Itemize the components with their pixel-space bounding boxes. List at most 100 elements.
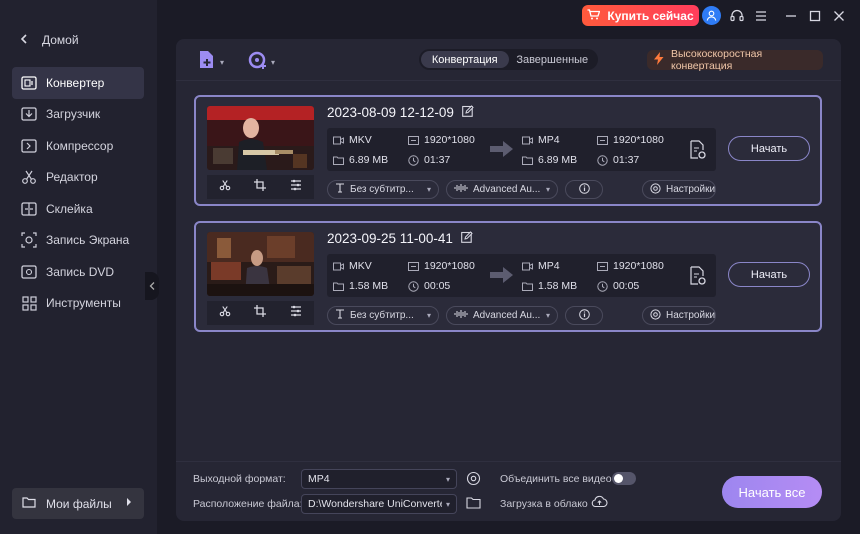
target-resolution: 1920*1080 bbox=[597, 134, 664, 146]
video-thumbnail[interactable] bbox=[207, 232, 314, 296]
info-icon bbox=[578, 308, 590, 323]
subtitle-select[interactable]: Без субтитр... ▾ bbox=[327, 180, 439, 199]
sidebar-item-editor[interactable]: Редактор bbox=[12, 162, 144, 194]
sidebar-item-converter[interactable]: Конвертер bbox=[12, 67, 144, 99]
effects-list-icon[interactable] bbox=[290, 178, 302, 196]
sidebar-item-label: Склейка bbox=[46, 201, 93, 216]
chevron-down-icon: ▾ bbox=[271, 58, 276, 67]
video-thumbnail[interactable] bbox=[207, 106, 314, 170]
chevron-down-icon: ▾ bbox=[445, 474, 450, 484]
source-duration: 01:37 bbox=[408, 154, 450, 166]
info-button[interactable] bbox=[565, 180, 603, 199]
subtitle-select[interactable]: Без субтитр... ▾ bbox=[327, 306, 439, 325]
scissors-icon[interactable] bbox=[219, 178, 231, 196]
file-location-label: Расположение файла: bbox=[193, 498, 303, 510]
output-settings-bar: Выходной формат: MP4 ▾ Объединить все ви… bbox=[176, 461, 841, 521]
start-all-button[interactable]: Начать все bbox=[722, 476, 822, 508]
audio-track-select[interactable]: Advanced Au... ▾ bbox=[446, 306, 558, 325]
crop-icon[interactable] bbox=[254, 304, 267, 322]
file-location-select[interactable]: D:\Wondershare UniConverter ▾ bbox=[301, 494, 457, 514]
download-icon bbox=[20, 105, 38, 123]
sidebar-collapse-handle[interactable] bbox=[145, 272, 159, 300]
minimize-icon[interactable] bbox=[781, 6, 800, 25]
clock-icon bbox=[408, 280, 419, 292]
thumbnail-tools bbox=[207, 175, 314, 199]
source-duration: 00:05 bbox=[408, 280, 450, 292]
chevron-down-icon: ▾ bbox=[220, 58, 225, 67]
sidebar-item-dvd[interactable]: Запись DVD bbox=[12, 256, 144, 288]
output-format-label: Выходной формат: bbox=[193, 473, 286, 485]
tab-converting[interactable]: Конвертация bbox=[421, 51, 509, 68]
video-icon bbox=[522, 135, 533, 146]
sidebar-item-label: Запись DVD bbox=[46, 264, 115, 279]
target-format: MP4 bbox=[522, 260, 560, 272]
support-headset-icon[interactable] bbox=[727, 6, 746, 25]
sidebar-item-compressor[interactable]: Компрессор bbox=[12, 130, 144, 162]
add-files-button[interactable]: ▾ bbox=[197, 50, 224, 75]
settings-icon bbox=[650, 182, 661, 197]
chevron-right-icon bbox=[126, 498, 132, 509]
output-settings-icon[interactable] bbox=[686, 135, 710, 165]
chevron-down-icon: ▾ bbox=[545, 185, 550, 194]
source-size: 1.58 MB bbox=[333, 280, 388, 292]
settings-button[interactable]: Настройки bbox=[642, 180, 716, 199]
open-folder-icon[interactable] bbox=[466, 496, 481, 514]
subtitle-icon bbox=[335, 309, 345, 322]
user-avatar[interactable] bbox=[702, 6, 721, 25]
effects-list-icon[interactable] bbox=[290, 304, 302, 322]
start-button[interactable]: Начать bbox=[728, 136, 810, 161]
close-icon[interactable] bbox=[829, 6, 848, 25]
thumbnail-tools bbox=[207, 301, 314, 325]
audio-track-select[interactable]: Advanced Au... ▾ bbox=[446, 180, 558, 199]
file-card[interactable]: 2023-08-09 12-12-09 MKV 6.89 MB 1920*108… bbox=[194, 95, 822, 206]
app-window: Домой Конвертер Загрузчик Компрессор Ред… bbox=[0, 0, 860, 534]
chevron-down-icon: ▾ bbox=[545, 311, 550, 320]
video-icon bbox=[333, 261, 344, 272]
my-files-label: Мои файлы bbox=[46, 496, 112, 511]
folder-icon bbox=[333, 281, 344, 292]
resolution-icon bbox=[408, 261, 419, 272]
sidebar-item-tools[interactable]: Инструменты bbox=[12, 288, 144, 320]
my-files-button[interactable]: Мои файлы bbox=[12, 488, 144, 519]
compress-icon bbox=[20, 137, 38, 155]
file-name-text: 2023-08-09 12-12-09 bbox=[327, 105, 454, 120]
sidebar-item-merge[interactable]: Склейка bbox=[12, 193, 144, 225]
high-speed-label: Высокоскоростная конвертация bbox=[671, 48, 763, 72]
scissors-icon[interactable] bbox=[219, 304, 231, 322]
settings-icon bbox=[650, 308, 661, 323]
source-format: MKV bbox=[333, 134, 372, 146]
source-format: MKV bbox=[333, 260, 372, 272]
info-button[interactable] bbox=[565, 306, 603, 325]
lightning-icon bbox=[653, 52, 665, 68]
output-format-select[interactable]: MP4 ▾ bbox=[301, 469, 457, 489]
sidebar-item-screen-record[interactable]: Запись Экрана bbox=[12, 225, 144, 257]
menu-icon[interactable] bbox=[751, 6, 770, 25]
target-format: MP4 bbox=[522, 134, 560, 146]
sidebar-item-label: Компрессор bbox=[46, 138, 114, 153]
start-button[interactable]: Начать bbox=[728, 262, 810, 287]
back-home-button[interactable]: Домой bbox=[20, 33, 79, 47]
format-settings-icon[interactable] bbox=[466, 471, 481, 491]
folder-icon bbox=[522, 155, 533, 166]
merge-all-toggle[interactable] bbox=[612, 472, 636, 485]
resolution-icon bbox=[597, 135, 608, 146]
cart-icon bbox=[587, 8, 601, 23]
sidebar-item-label: Инструменты bbox=[46, 296, 121, 311]
buy-now-label: Купить сейчас bbox=[607, 8, 694, 23]
file-name: 2023-08-09 12-12-09 bbox=[327, 105, 474, 120]
output-settings-icon[interactable] bbox=[686, 261, 710, 291]
crop-icon[interactable] bbox=[254, 178, 267, 196]
settings-button[interactable]: Настройки bbox=[642, 306, 716, 325]
sidebar-item-downloader[interactable]: Загрузчик bbox=[12, 99, 144, 131]
high-speed-conversion-toggle[interactable]: Высокоскоростная конвертация bbox=[647, 48, 823, 72]
tab-finished[interactable]: Завершенные bbox=[509, 51, 597, 68]
edit-icon[interactable] bbox=[461, 231, 473, 246]
add-from-device-button[interactable]: ▾ bbox=[248, 50, 275, 75]
edit-icon[interactable] bbox=[462, 105, 474, 120]
file-card[interactable]: 2023-09-25 11-00-41 MKV 1.58 MB 1920*108… bbox=[194, 221, 822, 332]
maximize-icon[interactable] bbox=[805, 6, 824, 25]
cloud-upload-icon[interactable] bbox=[591, 495, 608, 513]
merge-all-label: Объединить все видео bbox=[500, 473, 612, 485]
buy-now-button[interactable]: Купить сейчас bbox=[582, 5, 699, 26]
screen-record-icon bbox=[20, 231, 38, 249]
